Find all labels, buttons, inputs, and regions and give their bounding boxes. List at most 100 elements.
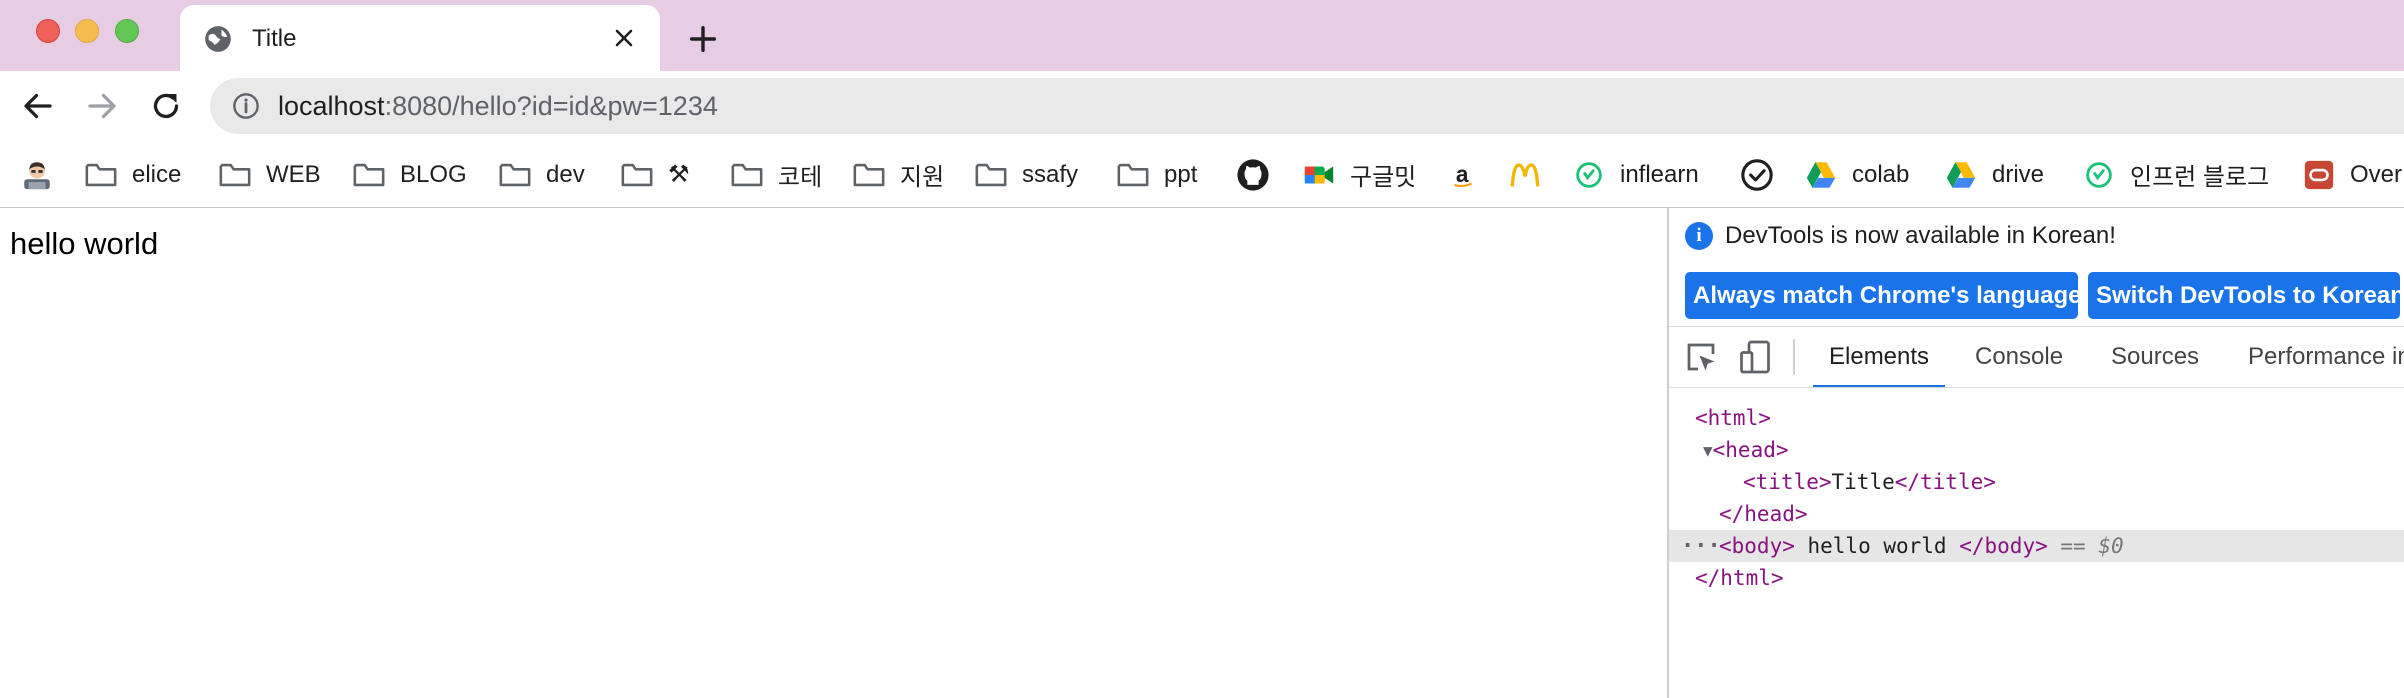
- folder-icon: [353, 163, 385, 186]
- folder-icon: [85, 163, 117, 186]
- back-arrow-icon[interactable]: [20, 88, 56, 124]
- page-body-text: hello world: [10, 226, 159, 261]
- folder-icon: [1117, 163, 1149, 186]
- globe-icon: [205, 26, 231, 52]
- match-language-button[interactable]: Always match Chrome's language: [1685, 272, 2082, 319]
- dom-node-title[interactable]: <title> Title </title>: [1669, 466, 2404, 498]
- inflearn-icon: [1576, 161, 1602, 188]
- bookmark-folder[interactable]: dev: [498, 141, 585, 207]
- bookmark-label: ⚒: [668, 161, 690, 188]
- tag-body-open: <body>: [1719, 534, 1795, 558]
- bookmark-label: inflearn: [1620, 160, 1699, 188]
- browser-tab[interactable]: Title: [180, 5, 660, 71]
- inflearn-icon: [2086, 161, 2112, 188]
- bookmark-oracle[interactable]: Over: [2302, 141, 2402, 207]
- close-tab-icon[interactable]: [610, 24, 638, 52]
- language-notice: i DevTools is now available in Korean!: [1685, 222, 2116, 250]
- elements-tree: <html> ▼ <head> <title> Title </title> </he…: [1669, 388, 2404, 698]
- close-window-button[interactable]: [36, 19, 60, 43]
- switch-korean-button[interactable]: Switch DevTools to Korean: [2088, 272, 2400, 319]
- bookmark-folder[interactable]: 지원: [852, 141, 945, 207]
- google-drive-icon: [1946, 161, 1976, 188]
- dom-node-body[interactable]: ··· <body> hello world </body> == $0: [1669, 530, 2404, 562]
- oracle-icon: [2304, 160, 2334, 189]
- mcdonalds-icon: [1510, 162, 1540, 186]
- more-options-icon[interactable]: ···: [1681, 534, 1721, 559]
- bookmark-label: WEB: [266, 160, 321, 188]
- address-bar[interactable]: localhost:8080/hello?id=id&pw=1234: [210, 78, 2404, 134]
- tag-html: <html>: [1695, 406, 1771, 430]
- avatar-icon: [24, 161, 50, 189]
- inspect-element-icon[interactable]: [1683, 339, 1719, 375]
- url-path: :8080/hello?id=id&pw=1234: [384, 91, 718, 121]
- tag-head: <head>: [1712, 438, 1789, 462]
- dom-node-html-close[interactable]: </html>: [1669, 562, 2404, 594]
- notice-text: DevTools is now available in Korean!: [1725, 222, 2116, 249]
- bookmark-label: colab: [1852, 160, 1910, 188]
- maximize-window-button[interactable]: [115, 19, 139, 43]
- expand-triangle-icon[interactable]: ▼: [1703, 441, 1713, 460]
- folder-icon: [219, 163, 251, 186]
- bookmark-folder[interactable]: WEB: [218, 141, 321, 207]
- bookmark-folder[interactable]: ppt: [1116, 141, 1198, 207]
- tab-sources[interactable]: Sources: [2111, 327, 2199, 387]
- bookmark-check[interactable]: [1740, 141, 1774, 207]
- title-text-node: Title: [1831, 470, 1895, 494]
- info-icon: i: [1685, 222, 1713, 250]
- bookmark-colab[interactable]: colab: [1804, 141, 1910, 207]
- bookmark-label: 지원: [900, 164, 945, 191]
- tab-elements[interactable]: Elements: [1812, 327, 1946, 387]
- selected-node-marker: == $0: [2060, 534, 2124, 558]
- tag-head-close: </head>: [1719, 502, 1808, 526]
- bookmark-label: dev: [546, 160, 585, 188]
- folder-icon: [499, 163, 531, 186]
- tag-html-close: </html>: [1695, 566, 1784, 590]
- bookmark-amazon[interactable]: a: [1446, 141, 1480, 207]
- forward-arrow-icon[interactable]: [84, 88, 120, 124]
- tag-title-open: <title>: [1743, 470, 1832, 494]
- minimize-window-button[interactable]: [75, 19, 99, 43]
- google-drive-icon: [1806, 161, 1836, 188]
- bookmark-label: BLOG: [400, 160, 467, 188]
- tab-performance[interactable]: Performance in: [2248, 327, 2404, 387]
- tab-title: Title: [252, 25, 297, 52]
- bookmark-label: ppt: [1164, 160, 1198, 188]
- bookmark-folder[interactable]: BLOG: [352, 141, 467, 207]
- bookmark-label: elice: [132, 160, 182, 188]
- new-tab-icon[interactable]: [686, 22, 720, 56]
- tab-console[interactable]: Console: [1975, 327, 2063, 387]
- bookmark-avatar[interactable]: [20, 141, 54, 207]
- bookmark-label: 구글밋: [1350, 164, 1417, 191]
- url-text: localhost:8080/hello?id=id&pw=1234: [278, 91, 718, 122]
- toolbar-divider: [1793, 339, 1795, 375]
- device-toolbar-icon[interactable]: [1737, 339, 1773, 375]
- bookmark-folder[interactable]: 코테: [730, 141, 823, 207]
- svg-text:a: a: [1456, 161, 1469, 187]
- dom-node-head[interactable]: ▼ <head>: [1669, 434, 2404, 466]
- bookmark-drive[interactable]: drive: [1944, 141, 2044, 207]
- browser-toolbar: localhost:8080/hello?id=id&pw=1234: [0, 71, 2404, 141]
- bookmark-folder[interactable]: elice: [84, 141, 182, 207]
- bookmark-inflearn[interactable]: inflearn: [1572, 141, 1699, 207]
- bookmark-folder[interactable]: ⚒: [620, 141, 690, 207]
- dom-node-html-open[interactable]: <html>: [1669, 402, 2404, 434]
- page-viewport: hello world: [0, 208, 1667, 698]
- bookmark-mcdonalds[interactable]: [1508, 141, 1542, 207]
- bookmark-google-meet[interactable]: 구글밋: [1302, 141, 1417, 207]
- bookmark-github[interactable]: [1236, 141, 1270, 207]
- reload-icon[interactable]: [148, 88, 184, 124]
- devtools-panel: i DevTools is now available in Korean! A…: [1667, 208, 2404, 698]
- bookmark-inflearn-blog[interactable]: 인프런 블로그: [2082, 141, 2269, 207]
- bookmarks-bar: elice WEB BLOG dev ⚒ 코테 지원 ssafy ppt 구글밋…: [0, 141, 2404, 208]
- site-info-icon[interactable]: [232, 92, 260, 120]
- amazon-icon: a: [1454, 161, 1472, 187]
- dom-node-head-close[interactable]: </head>: [1669, 498, 2404, 530]
- bookmark-label: 코테: [778, 164, 823, 191]
- body-text-node: hello world: [1794, 534, 1960, 558]
- folder-icon: [975, 163, 1007, 186]
- checkmark-circle-icon: [1741, 158, 1773, 191]
- bookmark-folder[interactable]: ssafy: [974, 141, 1078, 207]
- google-meet-icon: [1304, 166, 1334, 183]
- url-host: localhost: [278, 91, 385, 121]
- folder-icon: [621, 163, 653, 186]
